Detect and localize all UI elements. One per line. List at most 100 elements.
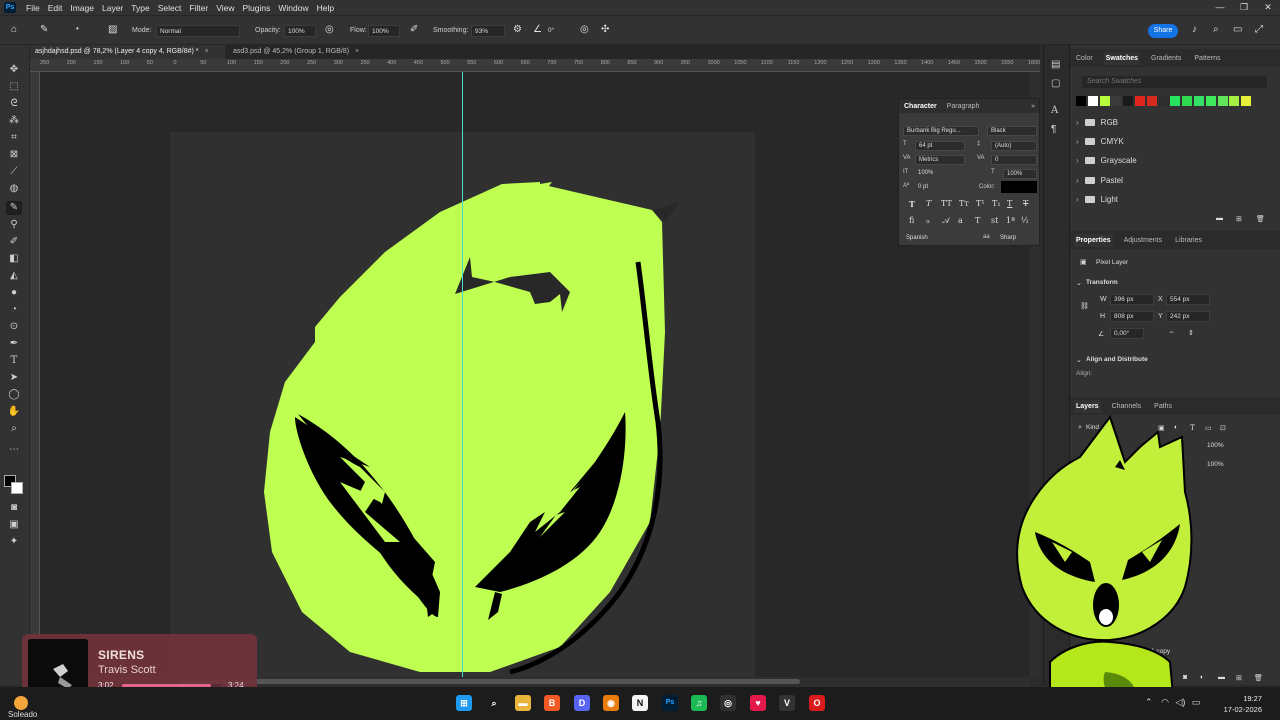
contextual-button[interactable]: st — [991, 216, 998, 225]
tab-close-icon[interactable]: × — [355, 48, 359, 55]
flip-horizontal-icon[interactable]: ⇔ — [1168, 329, 1175, 336]
mascot-artwork[interactable] — [40, 72, 1030, 677]
color-swatch[interactable] — [1076, 96, 1086, 106]
ligatures-button[interactable]: ﬁ — [909, 216, 914, 225]
color-swatch[interactable] — [1146, 96, 1157, 106]
flow-input[interactable]: 100% — [368, 25, 400, 37]
app-red-icon[interactable]: ♥ — [750, 695, 766, 711]
color-swatch[interactable] — [1099, 96, 1110, 106]
brush-angle-input[interactable]: 0° — [545, 25, 569, 37]
tab-character[interactable]: Character — [904, 103, 937, 110]
menu-type[interactable]: Type — [131, 3, 149, 13]
menu-view[interactable]: View — [216, 3, 234, 13]
discord-icon[interactable]: D — [574, 695, 590, 711]
home-icon[interactable]: ⌂ — [11, 24, 17, 35]
tab-channels[interactable]: Channels — [1110, 400, 1144, 413]
align-chevron-icon[interactable]: ⌄ — [1076, 356, 1082, 364]
battery-icon[interactable]: ▭ — [1192, 697, 1201, 707]
healing-tool-icon[interactable]: ◍ — [6, 182, 22, 196]
screen-mode-icon[interactable]: ▣ — [6, 518, 22, 532]
mode-select[interactable]: Normal — [156, 25, 240, 37]
menu-image[interactable]: Image — [70, 3, 94, 13]
pen-tool-icon[interactable]: ✒ — [6, 337, 22, 351]
all-caps-button[interactable]: TT — [941, 199, 952, 208]
menu-edit[interactable]: Edit — [48, 3, 63, 13]
faux-italic-button[interactable]: T — [926, 199, 931, 208]
file-explorer-icon[interactable]: ▬ — [515, 695, 531, 711]
tab-color[interactable]: Color — [1074, 52, 1095, 65]
move-tool-icon[interactable]: ✥ — [6, 63, 22, 77]
horizontal-scroll-thumb[interactable] — [180, 679, 800, 684]
swatch-folder-pastel[interactable]: › Pastel — [1076, 176, 1123, 185]
flip-vertical-icon[interactable]: ⇕ — [1188, 329, 1194, 337]
notifications-bell-icon[interactable]: ♪ — [1192, 24, 1197, 35]
opacity-input[interactable]: 100% — [284, 25, 316, 37]
brush-preset-icon[interactable]: • — [76, 24, 79, 33]
taskbar-clock[interactable]: 19:27 17-02-2026 — [1224, 693, 1262, 715]
kerning-select[interactable]: Metrics — [915, 155, 965, 165]
menu-file[interactable]: File — [26, 3, 40, 13]
tab-patterns[interactable]: Patterns — [1192, 52, 1222, 65]
strikethrough-button[interactable]: T — [1023, 199, 1028, 208]
width-input[interactable]: 396 px — [1110, 294, 1154, 305]
color-swatch[interactable] — [1170, 96, 1181, 106]
swatch-folder-cmyk[interactable]: › CMYK — [1076, 137, 1124, 146]
blender-icon[interactable]: ◉ — [603, 695, 619, 711]
tab-layers[interactable]: Layers — [1074, 399, 1101, 413]
color-swatch[interactable] — [1123, 96, 1134, 106]
horizontal-scale-input[interactable]: 100% — [1003, 169, 1037, 179]
tab-close-icon[interactable]: × — [204, 48, 208, 55]
clone-stamp-tool-icon[interactable]: ⚲ — [6, 218, 22, 232]
small-caps-button[interactable]: Tт — [959, 199, 969, 208]
airbrush-icon[interactable]: ✐ — [410, 24, 418, 35]
share-button[interactable]: Share — [1148, 24, 1178, 38]
color-swatch[interactable] — [1135, 96, 1145, 106]
eraser-tool-icon[interactable]: ◧ — [6, 252, 22, 266]
color-swatch[interactable] — [1111, 96, 1122, 106]
superscript-button[interactable]: T¹ — [976, 199, 985, 208]
vertical-scale-input[interactable]: 100% — [915, 169, 965, 179]
notion-icon[interactable]: N — [632, 695, 648, 711]
brush-tool-icon[interactable]: ✎ — [40, 24, 48, 35]
dodge-tool-icon[interactable]: ◔ — [6, 303, 22, 317]
magic-wand-tool-icon[interactable]: ⁂ — [6, 114, 22, 128]
vertical-guide[interactable] — [462, 72, 463, 677]
history-icon[interactable]: ▤ — [1051, 59, 1060, 70]
eyedropper-tool-icon[interactable]: ⟋ — [6, 165, 22, 179]
wifi-icon[interactable]: ◠ — [1161, 697, 1169, 707]
tab-paragraph[interactable]: Paragraph — [947, 103, 980, 110]
old-style-button[interactable]: ℴ — [926, 216, 930, 225]
tab-properties[interactable]: Properties — [1074, 233, 1113, 247]
font-family-select[interactable]: Burbank Big Regu... — [903, 126, 979, 136]
menu-help[interactable]: Help — [317, 3, 334, 13]
swash-button[interactable]: 𝒜 — [942, 216, 950, 226]
paragraph-panel-icon[interactable]: ¶ — [1051, 124, 1056, 135]
panel-expand-icon[interactable]: ⤢ — [1255, 24, 1263, 35]
swatch-search-input[interactable]: Search Swatches — [1082, 76, 1267, 88]
zoom-tool-icon[interactable]: ⌕ — [6, 422, 22, 436]
symmetry-icon[interactable]: ✣ — [601, 24, 609, 35]
maximize-button[interactable]: ❐ — [1232, 0, 1256, 15]
crop-tool-icon[interactable]: ⌗ — [6, 131, 22, 145]
obs-icon[interactable]: ◎ — [720, 695, 736, 711]
type-tool-icon[interactable]: T — [6, 354, 22, 368]
new-group-folder-icon[interactable]: ▬ — [1218, 674, 1225, 681]
brush-tool-icon[interactable]: ✎ — [6, 201, 22, 215]
pressure-size-icon[interactable]: ◎ — [580, 24, 589, 35]
new-swatch-icon[interactable]: ⊞ — [1236, 215, 1242, 223]
comments-icon[interactable]: ▢ — [1051, 78, 1060, 89]
marquee-tool-icon[interactable]: ⬚ — [6, 80, 22, 94]
paint-bucket-tool-icon[interactable]: ◭ — [6, 269, 22, 283]
stylistic-alternates-button[interactable]: a — [958, 216, 963, 225]
background-color-swatch[interactable] — [11, 482, 23, 494]
photoshop-icon[interactable]: Ps — [662, 695, 678, 711]
blur-tool-icon[interactable]: ● — [6, 286, 22, 300]
tracking-input[interactable]: 0 — [991, 155, 1037, 165]
tab-libraries[interactable]: Libraries — [1173, 234, 1204, 247]
smoothing-settings-gear-icon[interactable]: ⚙ — [513, 24, 522, 35]
color-swatch[interactable] — [1205, 96, 1216, 106]
fractions-button[interactable]: ½ — [1021, 216, 1029, 225]
windows-start-icon[interactable]: ⊞ — [456, 695, 472, 711]
search-icon[interactable]: ⌕ — [1213, 24, 1219, 35]
app-vector-icon[interactable]: V — [779, 695, 795, 711]
